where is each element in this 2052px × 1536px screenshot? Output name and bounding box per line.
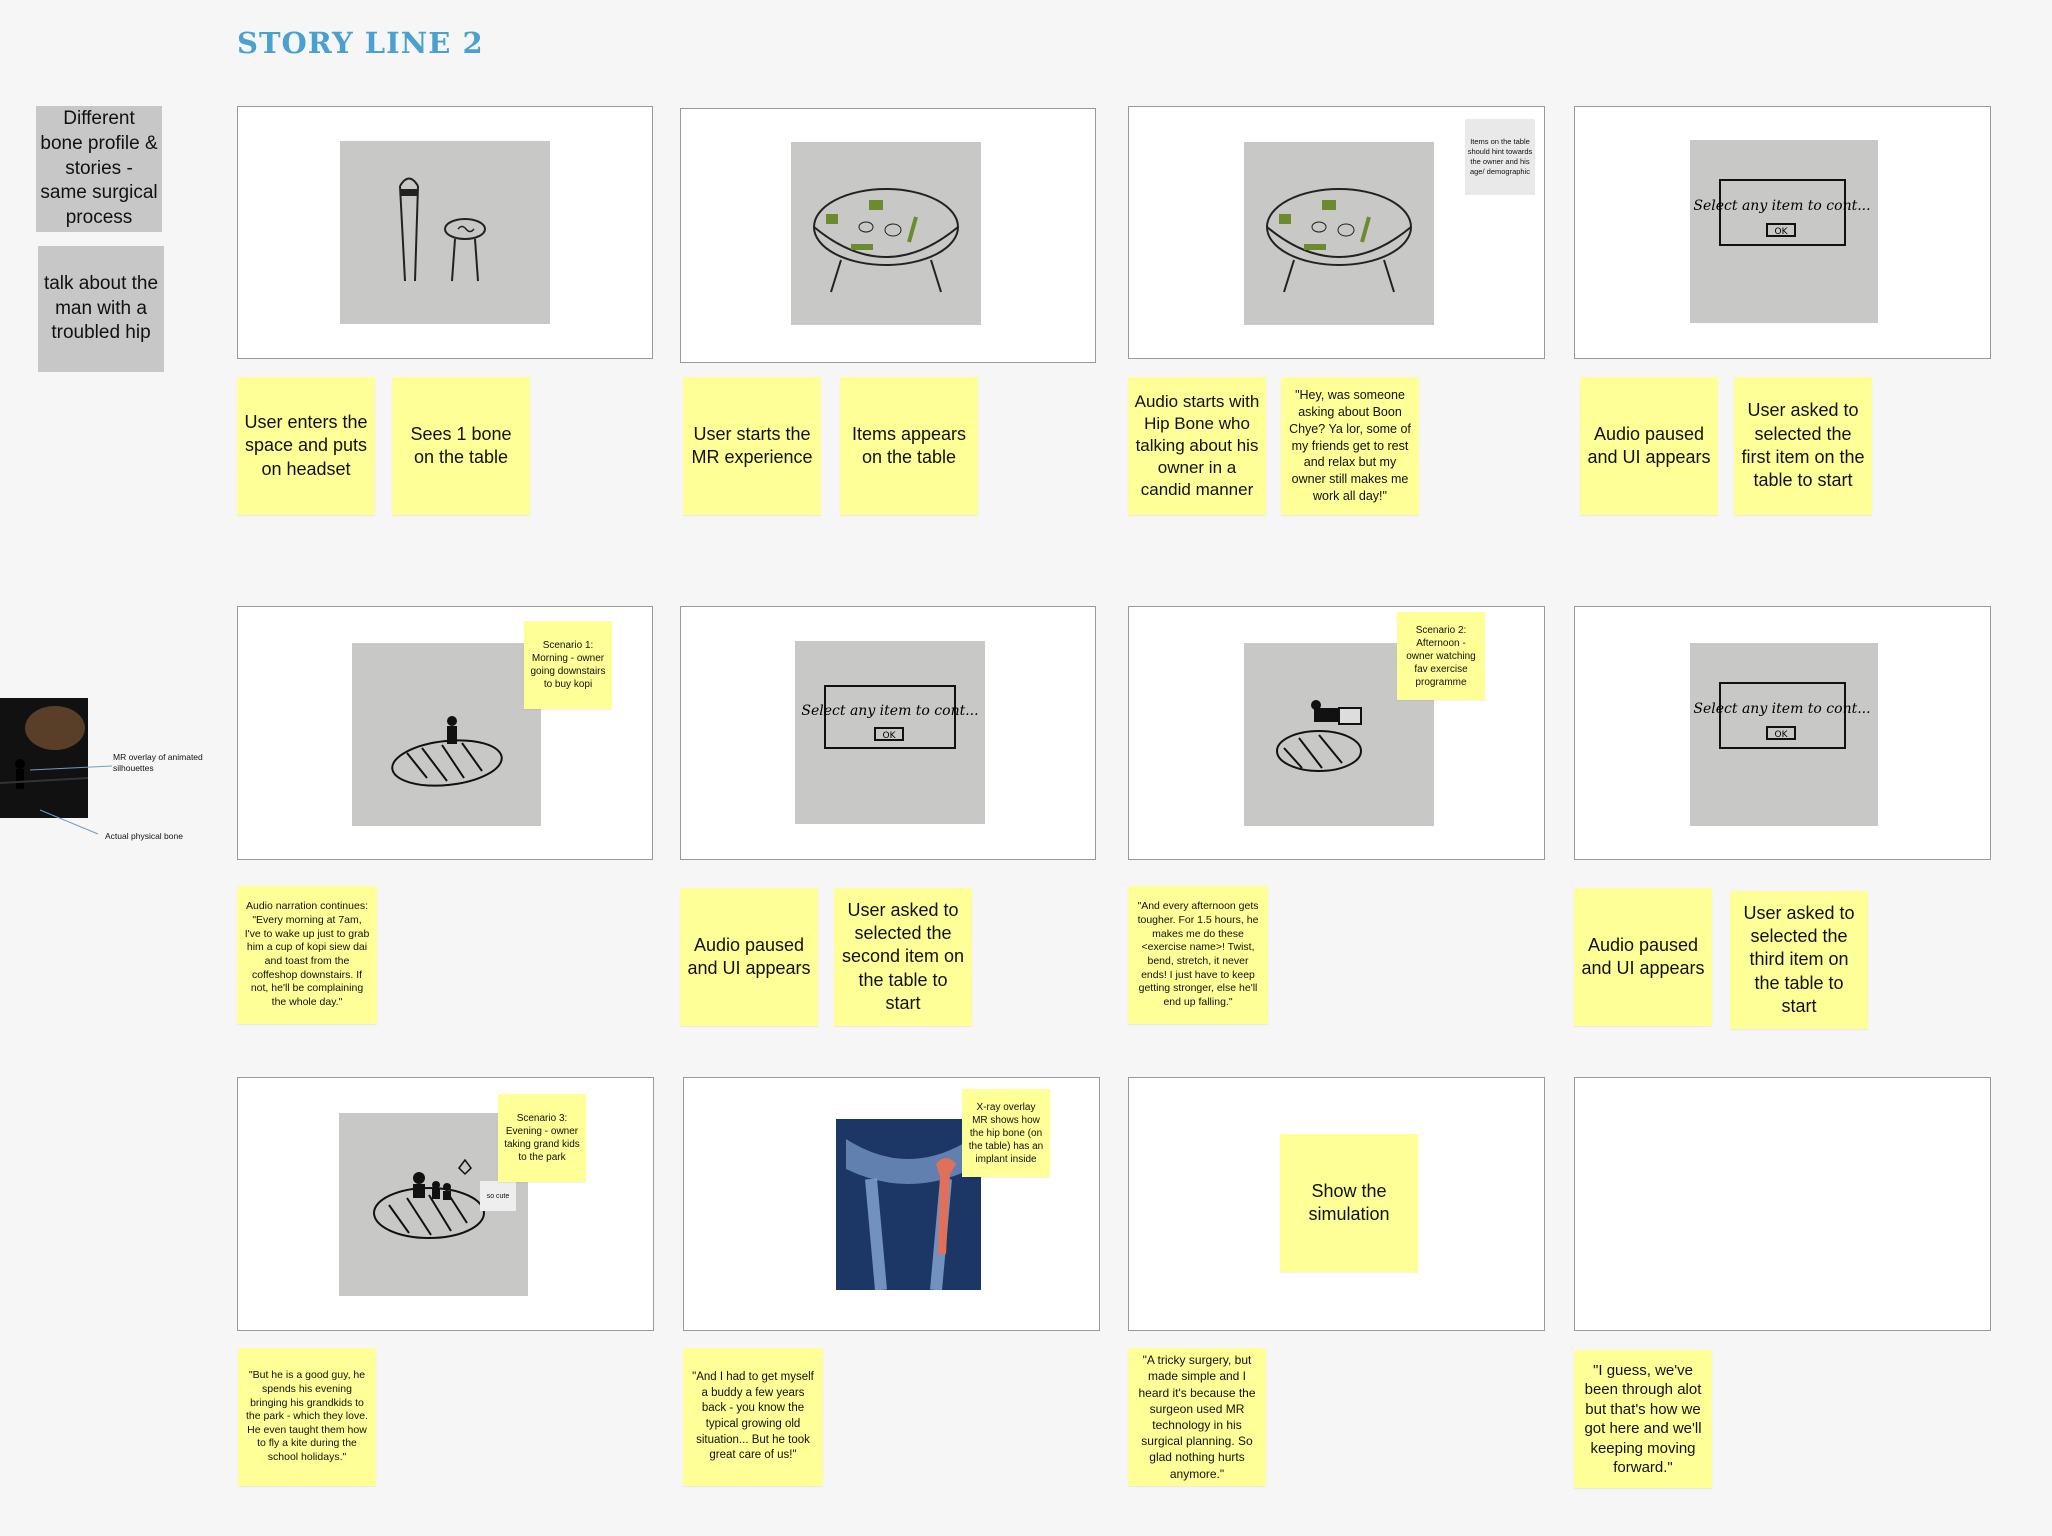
- page-title: STORY LINE 2: [237, 26, 484, 60]
- sketch-person-table: [399, 177, 486, 282]
- sticky-note[interactable]: Sees 1 bone on the table: [392, 377, 530, 515]
- sticky-note[interactable]: User asked to selected the third item on…: [1730, 891, 1868, 1029]
- sticky-note[interactable]: Audio starts with Hip Bone who talking a…: [1128, 377, 1266, 515]
- sketch-table-items: [1266, 188, 1412, 293]
- sticky-note[interactable]: User enters the space and puts on headse…: [237, 377, 375, 515]
- tag-so-cute[interactable]: so cute: [480, 1181, 516, 1211]
- sticky-note[interactable]: Items appears on the table: [840, 377, 978, 515]
- sticky-note[interactable]: User starts the MR experience: [683, 377, 821, 515]
- storyboard-frame-r1c3[interactable]: Items on the table should hint towards t…: [1128, 106, 1545, 359]
- scenario-note[interactable]: X-ray overlay MR shows how the hip bone …: [962, 1089, 1050, 1177]
- sticky-note[interactable]: User asked to selected the second item o…: [834, 888, 972, 1026]
- sketch-table-items: [813, 188, 959, 293]
- note-items-hint[interactable]: Items on the table should hint towards t…: [1465, 119, 1535, 195]
- xray-image: [836, 1119, 981, 1290]
- scenario-note[interactable]: Scenario 2: Afternoon - owner watching f…: [1397, 612, 1485, 700]
- scenario-note[interactable]: Scenario 3: Evening - owner taking grand…: [498, 1094, 586, 1182]
- sticky-note[interactable]: Audio paused and UI appears: [1574, 888, 1712, 1026]
- sticky-note[interactable]: Audio paused and UI appears: [680, 888, 818, 1026]
- sticky-note[interactable]: "And I had to get myself a buddy a few y…: [683, 1348, 823, 1486]
- sketch-dialog-text: Select any item to cont...: [801, 703, 978, 719]
- storyboard-frame-r2c3[interactable]: Scenario 2: Afternoon - owner watching f…: [1128, 606, 1545, 860]
- sticky-note[interactable]: Audio paused and UI appears: [1580, 377, 1718, 515]
- storyboard-frame-r1c4[interactable]: Select any item to cont... OK: [1574, 106, 1991, 359]
- sketch-photo: [791, 142, 981, 325]
- sticky-note[interactable]: "But he is a good guy, he spends his eve…: [238, 1348, 376, 1486]
- sketch-photo: Select any item to cont... OK: [795, 641, 985, 824]
- storyboard-frame-r2c4[interactable]: Select any item to cont... OK: [1574, 606, 1991, 860]
- sticky-note[interactable]: "Hey, was someone asking about Boon Chye…: [1281, 377, 1419, 515]
- sticky-note[interactable]: User asked to selected the first item on…: [1734, 377, 1872, 515]
- annotation-lines: [29, 765, 113, 835]
- storyboard-frame-r3c3[interactable]: Show the simulation: [1128, 1077, 1545, 1331]
- sketch-ok-button: OK: [883, 731, 897, 741]
- sketch-photo: [352, 643, 541, 826]
- sketch-ui-dialog: Select any item to cont... OK: [1693, 682, 1871, 749]
- storyboard-frame-r3c2[interactable]: X-ray overlay MR shows how the hip bone …: [683, 1077, 1100, 1331]
- storyboard-frame-r2c2[interactable]: Select any item to cont... OK: [680, 606, 1096, 860]
- sketch-photo: Select any item to cont... OK: [1690, 643, 1878, 826]
- annotation-mr-overlay: MR overlay of animated silhouettes: [113, 752, 203, 774]
- sticky-note[interactable]: "I guess, we've been through alot but th…: [1574, 1350, 1712, 1488]
- sketch-dialog-text: Select any item to cont...: [1693, 701, 1870, 717]
- sketch-photo: [1244, 142, 1434, 325]
- sketch-dialog-text: Select any item to cont...: [1693, 198, 1870, 214]
- scenario-note[interactable]: Scenario 1: Morning - owner going downst…: [524, 621, 612, 709]
- annotation-physical-bone: Actual physical bone: [105, 831, 183, 841]
- storyboard-frame-r2c1[interactable]: Scenario 1: Morning - owner going downst…: [237, 606, 653, 860]
- sketch-ok-button: OK: [1775, 730, 1789, 740]
- sketch-morning-scene: [391, 716, 503, 787]
- storyboard-frame-r3c4[interactable]: [1574, 1077, 1991, 1331]
- sticky-note[interactable]: Audio narration continues: "Every mornin…: [237, 886, 377, 1024]
- sketch-ui-dialog: Select any item to cont... OK: [801, 685, 979, 749]
- sticky-note[interactable]: "A tricky surgery, but made simple and I…: [1128, 1348, 1266, 1486]
- sticky-show-simulation[interactable]: Show the simulation: [1280, 1134, 1418, 1272]
- sketch-ok-button: OK: [1775, 227, 1789, 237]
- sketch-photo: Select any item to cont... OK: [1690, 140, 1878, 323]
- sketch-photo: [340, 141, 550, 324]
- xray-hip-image: [836, 1119, 981, 1290]
- storyboard-frame-r1c1[interactable]: [237, 106, 653, 359]
- storyboard-frame-r1c2[interactable]: [680, 108, 1096, 363]
- sticky-note[interactable]: "And every afternoon gets tougher. For 1…: [1128, 886, 1268, 1024]
- sketch-ui-dialog: Select any item to cont... OK: [1693, 179, 1871, 246]
- storyboard-frame-r3c1[interactable]: so cute Scenario 3: Evening - owner taki…: [237, 1077, 654, 1331]
